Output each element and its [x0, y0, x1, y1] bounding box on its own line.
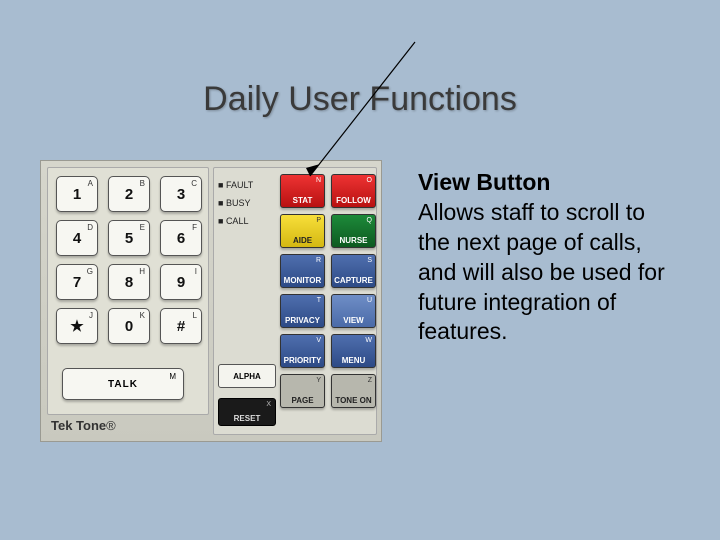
- fn-button-priority[interactable]: PRIORITYV: [280, 334, 325, 368]
- slide-title: Daily User Functions: [0, 80, 720, 119]
- fn-sup: Z: [368, 377, 372, 384]
- keypad-key-0[interactable]: 0K: [108, 308, 150, 344]
- description-body: Allows staff to scroll to the next page …: [418, 198, 680, 347]
- alpha-button[interactable]: ALPHA: [218, 364, 276, 388]
- reset-sup: X: [266, 401, 271, 408]
- fn-button-nurse[interactable]: NURSEQ: [331, 214, 376, 248]
- brand-logo: Tek Tone®: [51, 418, 116, 433]
- keypad-key-5[interactable]: 5E: [108, 220, 150, 256]
- key-sup: B: [140, 179, 145, 188]
- function-panel: FAULTBUSYCALL ALPHA RESET X STATNFOLLOWO…: [213, 167, 377, 435]
- fn-sup: Q: [367, 217, 372, 224]
- key-sup: L: [193, 311, 197, 320]
- status-led-busy: BUSY: [218, 194, 253, 212]
- key-sup: H: [139, 267, 145, 276]
- fn-button-view[interactable]: VIEWU: [331, 294, 376, 328]
- keypad-key-9[interactable]: 9I: [160, 264, 202, 300]
- fn-button-follow[interactable]: FOLLOWO: [331, 174, 376, 208]
- key-sup: F: [192, 223, 197, 232]
- fn-sup: U: [367, 297, 372, 304]
- keypad-key-6[interactable]: 6F: [160, 220, 202, 256]
- alpha-label: ALPHA: [233, 372, 261, 381]
- fn-sup: N: [316, 177, 321, 184]
- fn-sup: V: [316, 337, 321, 344]
- fn-sup: T: [317, 297, 321, 304]
- talk-button[interactable]: TALK M: [62, 368, 184, 400]
- slide-content: 1A2B3C4D5E6F7G8H9I★J0K#L TALK M Tek Tone…: [40, 160, 680, 450]
- fn-sup: W: [365, 337, 372, 344]
- description-heading: View Button: [418, 168, 680, 198]
- fn-button-tone-on[interactable]: TONE ONZ: [331, 374, 376, 408]
- function-grid: STATNFOLLOWOAIDEPNURSEQMONITORRCAPTURESP…: [280, 174, 376, 408]
- key-sup: A: [88, 179, 93, 188]
- fn-button-page[interactable]: PAGEY: [280, 374, 325, 408]
- status-led-call: CALL: [218, 212, 253, 230]
- keypad-key-2[interactable]: 2B: [108, 176, 150, 212]
- fn-sup: S: [367, 257, 372, 264]
- key-sup: G: [87, 267, 93, 276]
- reset-button[interactable]: RESET X: [218, 398, 276, 426]
- keypad-key-1[interactable]: 1A: [56, 176, 98, 212]
- key-sup: I: [195, 267, 197, 276]
- keypad: 1A 2B 3C 4D 5E 6F 7G 8H 9I ★J 0K #L: [56, 176, 202, 344]
- key-sup: K: [140, 311, 145, 320]
- key-sup: C: [191, 179, 197, 188]
- talk-label: TALK: [108, 379, 138, 390]
- key-sup: E: [140, 223, 145, 232]
- fn-button-aide[interactable]: AIDEP: [280, 214, 325, 248]
- fn-button-menu[interactable]: MENUW: [331, 334, 376, 368]
- key-sup: J: [89, 311, 93, 320]
- fn-button-monitor[interactable]: MONITORR: [280, 254, 325, 288]
- key-sup: D: [87, 223, 93, 232]
- keypad-key-7[interactable]: 7G: [56, 264, 98, 300]
- numeric-panel: 1A 2B 3C 4D 5E 6F 7G 8H 9I ★J 0K #L TALK M: [47, 167, 209, 415]
- fn-button-stat[interactable]: STATN: [280, 174, 325, 208]
- description-text: View Button Allows staff to scroll to th…: [382, 160, 680, 450]
- fn-sup: P: [316, 217, 321, 224]
- fn-button-privacy[interactable]: PRIVACYT: [280, 294, 325, 328]
- status-led-fault: FAULT: [218, 176, 253, 194]
- keypad-key-4[interactable]: 4D: [56, 220, 98, 256]
- reset-label: RESET: [234, 414, 261, 423]
- keypad-key-3[interactable]: 3C: [160, 176, 202, 212]
- status-led-list: FAULTBUSYCALL: [218, 176, 253, 230]
- fn-sup: R: [316, 257, 321, 264]
- keypad-key-8[interactable]: 8H: [108, 264, 150, 300]
- fn-sup: Y: [316, 377, 321, 384]
- fn-sup: O: [367, 177, 372, 184]
- fn-button-capture[interactable]: CAPTURES: [331, 254, 376, 288]
- control-panel-image: 1A2B3C4D5E6F7G8H9I★J0K#L TALK M Tek Tone…: [40, 160, 382, 442]
- talk-sup: M: [169, 372, 177, 381]
- keypad-key-#[interactable]: #L: [160, 308, 202, 344]
- keypad-key-★[interactable]: ★J: [56, 308, 98, 344]
